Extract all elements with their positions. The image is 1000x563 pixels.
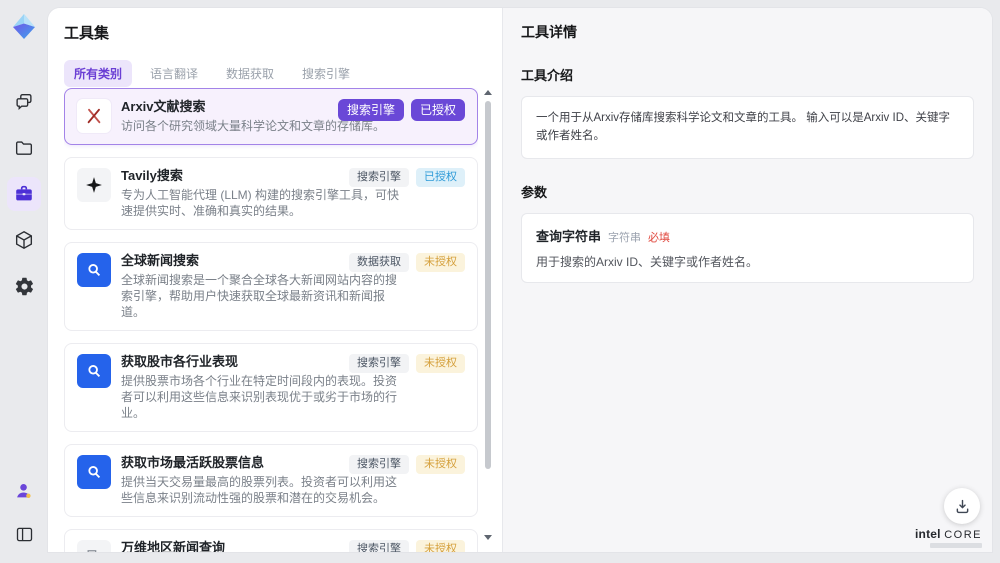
intel-brand-text: intel (915, 527, 941, 541)
param-name: 查询字符串 (536, 228, 602, 244)
tool-desc: 专为人工智能代理 (LLM) 构建的搜索引擎工具，可快速提供实时、准确和真实的结… (121, 188, 400, 218)
arxiv-icon (77, 99, 111, 133)
tool-desc: 提供当天交易量最高的股票列表。投资者可以利用这些信息来识别流动性强的股票和潜在的… (121, 475, 398, 505)
download-button[interactable] (944, 488, 980, 524)
news-search-icon (77, 354, 111, 388)
param-box: 查询字符串 字符串 必填 用于搜索的Arxiv ID、关键字或作者姓名。 (521, 212, 974, 283)
chip-sub-bar (930, 543, 982, 548)
auth-badge: 已授权 (416, 168, 465, 187)
news-search-icon (77, 455, 111, 489)
avatar-icon (17, 484, 31, 498)
folder-icon (15, 141, 33, 155)
rail-bottom (0, 474, 48, 551)
category-badge: 搜索引擎 (349, 168, 409, 187)
tab-all-categories[interactable]: 所有类别 (64, 60, 133, 87)
user-avatar[interactable] (7, 474, 41, 508)
category-badge: 搜索引擎 (349, 455, 409, 474)
tool-list: Arxiv文献搜索 访问各个研究领域大量科学论文和文章的存储库。 搜索引擎 已授… (64, 88, 478, 552)
category-badge: 搜索引擎 (337, 99, 404, 121)
intro-text: 一个用于从Arxiv存储库搜索科学论文和文章的工具。 输入可以是Arxiv ID… (536, 112, 950, 143)
collapse-panel-button[interactable] (7, 517, 41, 551)
auth-badge: 未授权 (416, 540, 465, 552)
category-badge: 搜索引擎 (349, 540, 409, 552)
intro-box: 一个用于从Arxiv存储库搜索科学论文和文章的工具。 输入可以是Arxiv ID… (521, 96, 974, 159)
main-card: 工具集 所有类别 语言翻译 数据获取 搜索引擎 Arxiv文献搜索 访问各个研究… (48, 8, 992, 552)
details-title: 工具详情 (521, 24, 577, 40)
tab-search-engine[interactable]: 搜索引擎 (292, 60, 360, 87)
nav-files[interactable] (7, 131, 41, 165)
list-scrollbar[interactable] (484, 88, 493, 542)
tool-card-tavily[interactable]: Tavily搜索 专为人工智能代理 (LLM) 构建的搜索引擎工具，可快速提供实… (64, 157, 478, 230)
building-icon (77, 540, 111, 552)
tool-card-regional-news[interactable]: 万维地区新闻查询 查询具体行政区划内的新闻，快速了解各地新闻动 搜索引擎 未授权 (64, 529, 478, 552)
param-desc: 用于搜索的Arxiv ID、关键字或作者姓名。 (536, 254, 759, 269)
left-rail (0, 0, 48, 563)
tool-card-most-active-stocks[interactable]: 获取市场最活跃股票信息 提供当天交易量最高的股票列表。投资者可以利用这些信息来识… (64, 444, 478, 517)
gear-icon (15, 277, 33, 295)
news-search-icon (77, 253, 111, 287)
app-logo[interactable] (8, 11, 40, 43)
category-tabs: 所有类别 语言翻译 数据获取 搜索引擎 (64, 60, 486, 87)
category-badge: 数据获取 (349, 253, 409, 272)
tool-card-sector-performance[interactable]: 获取股市各行业表现 提供股票市场各个行业在特定时间段内的表现。投资者可以利用这些… (64, 343, 478, 432)
param-required-badge: 必填 (648, 231, 671, 244)
tab-data-fetch[interactable]: 数据获取 (216, 60, 284, 87)
download-icon (956, 499, 968, 513)
intel-core-logo: intel CORE (915, 527, 982, 548)
tools-panel-title: 工具集 (64, 25, 110, 42)
auth-badge: 未授权 (416, 253, 465, 272)
briefcase-icon (16, 185, 32, 201)
tab-language-translation[interactable]: 语言翻译 (140, 60, 208, 87)
cube-icon (15, 230, 33, 250)
auth-badge: 未授权 (416, 354, 465, 373)
chat-icon (16, 93, 32, 110)
tool-desc: 全球新闻搜索是一个聚合全球各大新闻网站内容的搜索引擎，帮助用户快速获取全球最新资… (121, 273, 398, 319)
tools-panel: 工具集 所有类别 语言翻译 数据获取 搜索引擎 Arxiv文献搜索 访问各个研究… (48, 8, 502, 552)
details-panel: 工具详情 工具介绍 一个用于从Arxiv存储库搜索科学论文和文章的工具。 输入可… (503, 8, 992, 552)
params-heading: 参数 (521, 184, 548, 200)
param-type: 字符串 (608, 231, 642, 244)
nav-models[interactable] (7, 223, 41, 257)
rail-nav (7, 85, 41, 303)
intro-heading: 工具介绍 (521, 68, 574, 83)
tool-desc: 提供股票市场各个行业在特定时间段内的表现。投资者可以利用这些信息来识别表现优于或… (121, 374, 398, 420)
panel-collapse-icon (16, 527, 32, 541)
tool-card-arxiv[interactable]: Arxiv文献搜索 访问各个研究领域大量科学论文和文章的存储库。 搜索引擎 已授… (64, 88, 478, 145)
gem-logo-icon (13, 14, 35, 39)
category-badge: 搜索引擎 (349, 354, 409, 373)
sparkle-icon (77, 168, 111, 202)
core-product-text: CORE (944, 529, 982, 541)
nav-settings[interactable] (7, 269, 41, 303)
scroll-down-arrow-icon[interactable] (484, 535, 492, 540)
scroll-up-arrow-icon[interactable] (484, 90, 492, 95)
nav-tools[interactable] (7, 177, 41, 211)
auth-badge: 已授权 (410, 99, 465, 121)
tool-card-global-news[interactable]: 全球新闻搜索 全球新闻搜索是一个聚合全球各大新闻网站内容的搜索引擎，帮助用户快速… (64, 242, 478, 331)
nav-chat[interactable] (7, 85, 41, 119)
auth-badge: 未授权 (416, 455, 465, 474)
scrollbar-thumb[interactable] (485, 101, 491, 469)
